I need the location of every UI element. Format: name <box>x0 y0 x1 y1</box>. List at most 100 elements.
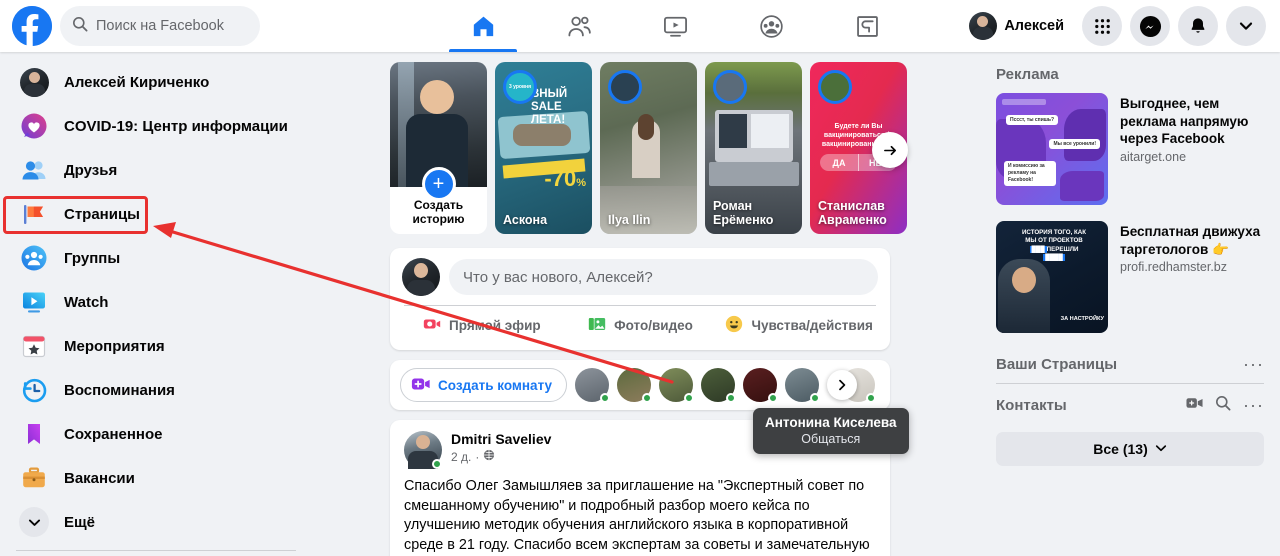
post-meta: 2 д. · <box>451 449 551 465</box>
contacts-all-filter-button[interactable]: Все (13) <box>996 432 1264 466</box>
composer-actions: Прямой эфир Фото/видео Чувства/действия <box>402 306 878 344</box>
search-input[interactable]: Поиск на Facebook <box>60 6 260 46</box>
create-story-card[interactable]: + Создать историю <box>390 62 487 234</box>
tab-friends[interactable] <box>531 0 627 52</box>
story-card[interactable]: Ilya Ilin <box>600 62 697 234</box>
ad-text-block: Бесплатная движуха таргетологов 👉 profi.… <box>1120 221 1264 333</box>
online-indicator <box>642 393 653 403</box>
composer-action-label: Чувства/действия <box>751 317 873 333</box>
tooltip-action-label: Общаться <box>801 432 861 446</box>
sidebar-item-groups[interactable]: Группы <box>8 236 360 280</box>
watch-icon <box>16 284 52 320</box>
arrow-right-icon <box>883 145 896 155</box>
notifications-button[interactable] <box>1178 6 1218 46</box>
search-icon <box>72 16 88 36</box>
right-sidebar: Реклама Пссст, ты спишь? Мы все уронили!… <box>980 52 1280 556</box>
covid-icon <box>16 108 52 144</box>
profile-chip[interactable]: Алексей <box>966 9 1074 43</box>
tab-watch[interactable] <box>627 0 723 52</box>
create-story-label: Создать историю <box>412 198 465 226</box>
contact-avatar[interactable] <box>743 368 779 403</box>
tab-home[interactable] <box>435 0 531 52</box>
story-author-name: Аскона <box>503 213 548 227</box>
sidebar-item-see-more[interactable]: Ещё <box>8 500 360 544</box>
top-navigation-bar: Поиск на Facebook Алексей <box>0 0 1280 52</box>
story-author-name: Ilya Ilin <box>608 213 651 227</box>
events-icon <box>16 328 52 364</box>
video-camera-icon[interactable] <box>1186 396 1203 415</box>
composer-feeling-button[interactable]: Чувства/действия <box>719 306 878 344</box>
tab-groups[interactable] <box>723 0 819 52</box>
composer-photo-video-button[interactable]: Фото/видео <box>561 306 720 344</box>
sidebar-item-memories[interactable]: Воспоминания <box>8 368 360 412</box>
messenger-button[interactable] <box>1130 6 1170 46</box>
contacts-menu-button[interactable]: ··· <box>1243 396 1264 414</box>
composer-live-video-button[interactable]: Прямой эфир <box>402 306 561 344</box>
menu-grid-button[interactable] <box>1082 6 1122 46</box>
composer-input[interactable]: Что у вас нового, Алексей? <box>449 259 878 295</box>
online-indicator <box>810 393 821 403</box>
post-author-avatar[interactable] <box>404 431 442 469</box>
gaming-icon <box>856 15 878 37</box>
your-pages-menu-button[interactable]: ··· <box>1243 355 1264 373</box>
bell-icon <box>1191 18 1205 33</box>
facebook-page: Поиск на Facebook Алексей Алексей Кириче… <box>0 0 1280 556</box>
story-card[interactable]: -70% ВНЫЙ SALE ЛЕТА! 3 уровня Аскона <box>495 62 592 234</box>
post-time: 2 д. <box>451 450 472 464</box>
home-icon <box>473 16 493 36</box>
chevron-right-icon <box>839 379 846 391</box>
ad-thumb-text: ЗА НАСТРОЙКУ <box>1060 316 1104 322</box>
sidebar-item-events[interactable]: Мероприятия <box>8 324 360 368</box>
ad-item[interactable]: ИСТОРИЯ ТОГО, КАК МЫ ОТ ПРОЕКТОВ ███ ПЕРЕ… <box>996 221 1264 333</box>
chevron-down-icon <box>16 504 52 540</box>
contacts-next-button[interactable] <box>827 370 858 400</box>
account-button[interactable] <box>1226 6 1266 46</box>
topbar-right: Алексей <box>969 6 1280 46</box>
composer-action-label: Прямой эфир <box>449 317 541 333</box>
post-text: Спасибо Олег Замышляев за приглашение на… <box>404 478 870 553</box>
story-card[interactable]: Роман Ерёменко <box>705 62 802 234</box>
stories-next-button[interactable] <box>872 132 908 168</box>
sidebar-item-profile[interactable]: Алексей Кириченко <box>8 60 360 104</box>
topbar-nav-tabs <box>370 0 980 52</box>
sidebar-item-label: Воспоминания <box>64 381 175 399</box>
ad-thumb-text: И комиссию за рекламу на Facebook! <box>1004 161 1056 186</box>
online-indicator <box>684 393 695 403</box>
grid-icon <box>1094 18 1110 34</box>
online-indicator <box>726 393 737 403</box>
rooms-bar: Создать комнату Антонина Киселева Общать… <box>390 360 909 454</box>
create-room-button[interactable]: Создать комнату <box>400 368 568 402</box>
messenger-icon <box>1139 15 1161 37</box>
sidebar-item-watch[interactable]: Watch <box>8 280 360 324</box>
sidebar-item-pages[interactable]: Страницы <box>8 192 360 236</box>
contact-avatar[interactable] <box>575 368 611 403</box>
contact-avatar[interactable] <box>659 368 695 403</box>
online-indicator <box>600 393 611 403</box>
search-icon[interactable] <box>1215 395 1231 416</box>
ad-item[interactable]: Пссст, ты спишь? Мы все уронили! И комис… <box>996 93 1264 205</box>
contact-avatar[interactable] <box>701 368 737 403</box>
composer-action-label: Фото/видео <box>614 317 693 333</box>
ad-url: profi.redhamster.bz <box>1120 260 1227 274</box>
pages-flag-icon <box>16 196 52 232</box>
avatar <box>969 12 998 40</box>
contact-avatar[interactable] <box>617 368 653 403</box>
sidebar-item-jobs[interactable]: Вакансии <box>8 456 360 500</box>
left-sidebar: Алексей Кириченко COVID-19: Центр информ… <box>0 52 360 556</box>
post-author-name[interactable]: Dmitri Saveliev <box>451 431 551 448</box>
avatar <box>16 64 52 100</box>
right-sidebar-divider <box>996 383 1264 384</box>
saved-bookmark-icon <box>16 416 52 452</box>
story-poll-yes[interactable]: ДА <box>820 154 858 171</box>
avatar[interactable] <box>402 258 440 296</box>
sidebar-item-covid[interactable]: COVID-19: Центр информации <box>8 104 360 148</box>
create-story-plus-icon: + <box>421 167 456 201</box>
tab-gaming[interactable] <box>819 0 915 52</box>
sidebar-item-friends[interactable]: Друзья <box>8 148 360 192</box>
jobs-briefcase-icon <box>16 460 52 496</box>
post-composer: Что у вас нового, Алексей? Прямой эфир Ф… <box>390 248 890 350</box>
create-room-label: Создать комнату <box>438 377 553 393</box>
sidebar-item-saved[interactable]: Сохраненное <box>8 412 360 456</box>
contact-avatar[interactable] <box>785 368 821 403</box>
facebook-logo[interactable] <box>12 6 52 46</box>
